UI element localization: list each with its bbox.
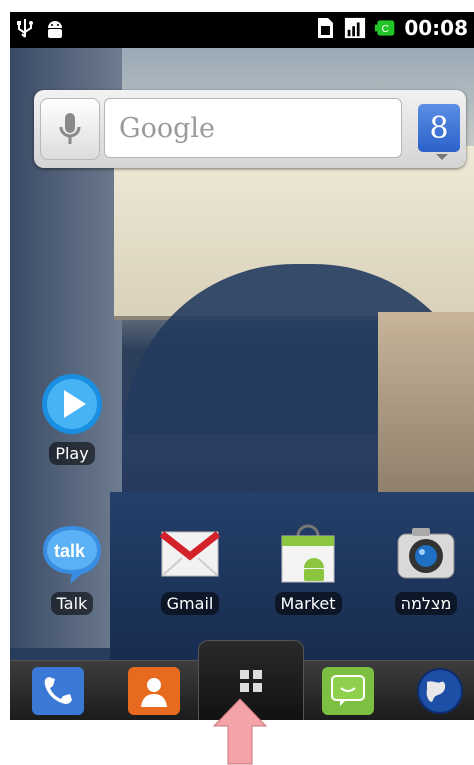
android-debug-icon [44, 17, 66, 41]
app-camera[interactable]: מצלמה [378, 522, 474, 615]
svg-text:C: C [382, 24, 389, 35]
usb-icon [14, 17, 36, 41]
search-source-caret-icon[interactable] [436, 154, 448, 160]
play-icon [40, 372, 104, 436]
voice-search-button[interactable] [40, 98, 100, 160]
pink-arrow-icon [212, 698, 268, 765]
app-label-camera: מצלמה [394, 592, 458, 615]
microphone-icon [59, 113, 81, 144]
status-time: 00:08 [404, 16, 468, 40]
app-market[interactable]: Market [260, 522, 356, 615]
status-bar: C 00:08 [10, 12, 474, 48]
home-screen: C 00:08 Google 8 Play talk Talk Gmail Ma… [10, 12, 474, 720]
signal-icon [344, 16, 366, 40]
sim-icon [314, 16, 336, 40]
app-talk[interactable]: talk Talk [24, 522, 120, 615]
search-button[interactable]: 8 [418, 104, 460, 152]
app-play[interactable]: Play [24, 372, 120, 465]
wallpaper-building-right [378, 312, 474, 512]
google-g-icon: 8 [429, 110, 449, 146]
market-icon [276, 522, 340, 586]
app-label-market: Market [274, 592, 342, 615]
app-label-gmail: Gmail [160, 592, 220, 615]
battery-icon: C [374, 16, 396, 40]
camera-icon [394, 522, 458, 586]
google-search-widget[interactable]: Google 8 [34, 90, 466, 168]
app-drawer-icon [240, 670, 262, 692]
app-label-talk: Talk [50, 592, 94, 615]
search-placeholder: Google [119, 112, 215, 144]
app-label-play: Play [49, 442, 95, 465]
browser-icon[interactable] [414, 667, 466, 715]
talk-icon: talk [40, 522, 104, 586]
talk-icon-text: talk [54, 541, 86, 561]
phone-icon[interactable] [32, 667, 84, 715]
contacts-icon[interactable] [128, 667, 180, 715]
gmail-icon [158, 522, 222, 586]
search-input[interactable]: Google [104, 98, 402, 158]
app-gmail[interactable]: Gmail [142, 522, 238, 615]
messaging-icon[interactable] [322, 667, 374, 715]
